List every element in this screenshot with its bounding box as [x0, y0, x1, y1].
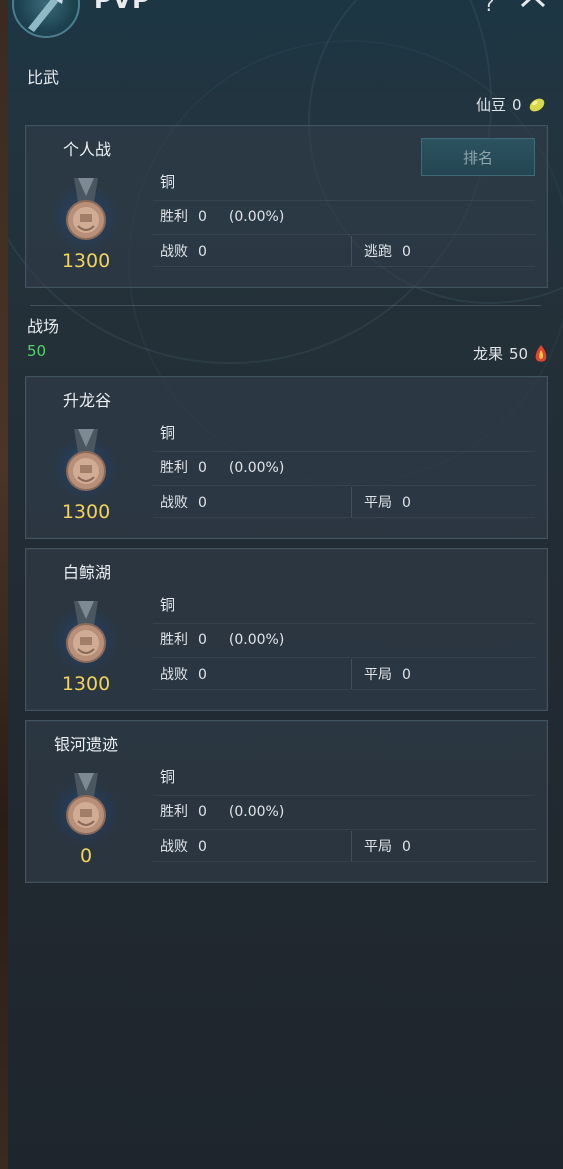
win-count: 0 [198, 209, 207, 225]
escape-stat: 逃跑 0 [364, 241, 411, 261]
lose-label: 战败 [160, 839, 188, 855]
lose-stat: 战败 0 [160, 664, 207, 684]
win-stat: 胜利 0 (0.00%) [160, 629, 284, 649]
draw-count: 0 [402, 495, 411, 511]
battlefield-card-shenglonggu: 升龙谷 1300 铜 胜利 0 (0.00%) 战败 0 平局 0 [25, 376, 548, 539]
xiandou-balance: 仙豆 0 [476, 94, 546, 115]
win-count: 0 [198, 632, 207, 648]
currency-value: 50 [509, 344, 529, 363]
battlefield-card-yinheyiji: 银河遗迹 0 铜 胜利 0 (0.00%) 战败 0 平局 0 [25, 720, 548, 883]
escape-label: 逃跑 [364, 244, 392, 260]
win-stat: 胜利 0 (0.00%) [160, 206, 284, 226]
bronze-medal-icon [52, 771, 118, 847]
pvp-panel: PVP ? 比武 仙豆 0 个人战 排名 1300 铜 胜利 0 (0.00%)… [8, 0, 563, 1169]
bronze-medal-icon [52, 599, 118, 675]
personal-battle-card: 个人战 排名 1300 铜 胜利 0 (0.00%) 战败 0 逃跑 0 [25, 125, 548, 288]
section-label-battlefield: 战场 [27, 317, 60, 336]
currency-value: 0 [512, 95, 522, 114]
draw-stat: 平局 0 [364, 664, 411, 684]
rating-value: 0 [79, 845, 93, 867]
win-label: 胜利 [160, 632, 188, 648]
currency-name: 仙豆 [476, 96, 507, 114]
escape-count: 0 [402, 244, 411, 260]
draw-stat: 平局 0 [364, 836, 411, 856]
rating-value: 1300 [61, 673, 111, 695]
background-edge [0, 0, 8, 1169]
win-count: 0 [198, 460, 207, 476]
win-percent: (0.00%) [228, 209, 285, 225]
card-title: 升龙谷 [63, 391, 112, 410]
lose-count: 0 [198, 839, 207, 855]
draw-count: 0 [402, 667, 411, 683]
win-percent: (0.00%) [228, 460, 285, 476]
lose-count: 0 [198, 244, 207, 260]
help-icon[interactable]: ? [484, 0, 495, 16]
bronze-medal-icon [52, 176, 118, 252]
draw-label: 平局 [364, 839, 392, 855]
win-label: 胜利 [160, 804, 188, 820]
lose-count: 0 [198, 495, 207, 511]
card-title: 银河遗迹 [54, 735, 119, 754]
card-title: 个人战 [63, 140, 112, 159]
lose-stat: 战败 0 [160, 492, 207, 512]
lose-stat: 战败 0 [160, 836, 207, 856]
rating-value: 1300 [61, 250, 111, 272]
win-count: 0 [198, 804, 207, 820]
section-divider [30, 305, 541, 306]
header: PVP ? [8, 0, 563, 38]
tier-label: 铜 [160, 596, 176, 614]
lose-count: 0 [198, 667, 207, 683]
battlefield-points: 50 [27, 342, 47, 360]
rating-value: 1300 [61, 501, 111, 523]
draw-label: 平局 [364, 495, 392, 511]
rank-button[interactable]: 排名 [421, 138, 535, 176]
draw-stat: 平局 0 [364, 492, 411, 512]
battlefield-card-baijinghu: 白鲸湖 1300 铜 胜利 0 (0.00%) 战败 0 平局 0 [25, 548, 548, 711]
win-label: 胜利 [160, 460, 188, 476]
section-label-biwu: 比武 [27, 68, 60, 87]
win-label: 胜利 [160, 209, 188, 225]
page-title: PVP [94, 0, 151, 14]
card-title: 白鲸湖 [63, 563, 112, 582]
lose-label: 战败 [160, 244, 188, 260]
lose-stat: 战败 0 [160, 241, 207, 261]
lose-label: 战败 [160, 495, 188, 511]
tier-label: 铜 [160, 424, 176, 442]
bronze-medal-icon [52, 427, 118, 503]
dragon-fruit-icon [535, 344, 547, 362]
win-percent: (0.00%) [228, 632, 285, 648]
win-percent: (0.00%) [228, 804, 285, 820]
lose-label: 战败 [160, 667, 188, 683]
close-icon[interactable] [518, 0, 548, 14]
win-stat: 胜利 0 (0.00%) [160, 801, 284, 821]
longguo-balance: 龙果 50 [473, 343, 548, 364]
bean-icon [529, 98, 544, 111]
draw-count: 0 [402, 839, 411, 855]
draw-label: 平局 [364, 667, 392, 683]
win-stat: 胜利 0 (0.00%) [160, 457, 284, 477]
tier-label: 铜 [160, 768, 176, 786]
tier-label: 铜 [160, 173, 176, 191]
currency-name: 龙果 [473, 345, 504, 363]
